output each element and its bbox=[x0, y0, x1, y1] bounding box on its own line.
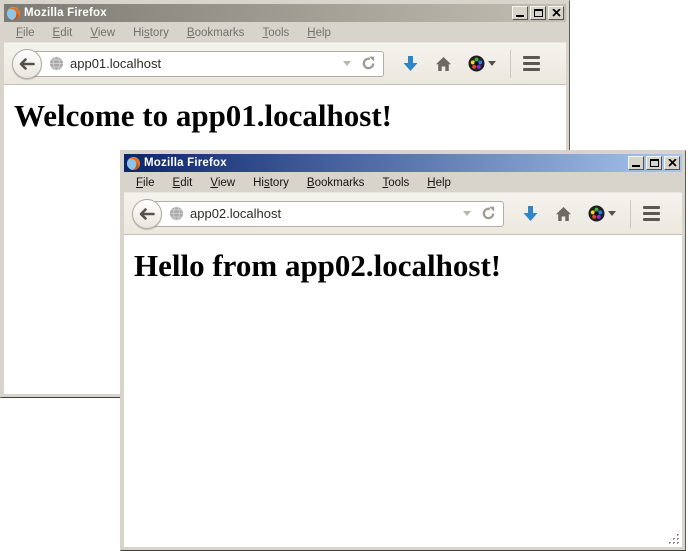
menu-view[interactable]: View bbox=[201, 175, 244, 191]
url-dropdown-icon[interactable] bbox=[463, 211, 471, 216]
menu-edit[interactable]: Edit bbox=[44, 25, 82, 41]
menu-tools[interactable]: Tools bbox=[253, 25, 298, 41]
back-button[interactable] bbox=[132, 199, 162, 229]
page-heading: Welcome to app01.localhost! bbox=[14, 98, 566, 134]
menu-button[interactable] bbox=[643, 206, 660, 221]
home-icon bbox=[555, 206, 572, 222]
maximize-icon bbox=[650, 159, 659, 167]
url-bar[interactable]: app01.localhost bbox=[26, 51, 384, 77]
back-button[interactable] bbox=[12, 49, 42, 79]
url-input[interactable]: app01.localhost bbox=[70, 56, 337, 71]
addon-button[interactable] bbox=[468, 55, 496, 72]
menu-bar: File Edit View History Bookmarks Tools H… bbox=[4, 22, 566, 42]
menu-bookmarks[interactable]: Bookmarks bbox=[178, 25, 254, 41]
close-button[interactable] bbox=[548, 6, 564, 20]
close-icon bbox=[668, 159, 677, 167]
minimize-icon bbox=[516, 15, 524, 17]
page-content: Hello from app02.localhost! bbox=[124, 235, 682, 547]
home-icon bbox=[435, 56, 452, 72]
page-heading: Hello from app02.localhost! bbox=[134, 248, 682, 284]
url-dropdown-icon[interactable] bbox=[343, 61, 351, 66]
close-icon bbox=[552, 9, 561, 17]
window-title: Mozilla Firefox bbox=[24, 7, 509, 19]
menu-bar: File Edit View History Bookmarks Tools H… bbox=[124, 172, 682, 192]
url-bar[interactable]: app02.localhost bbox=[146, 201, 504, 227]
titlebar[interactable]: Mozilla Firefox bbox=[124, 154, 682, 172]
firefox-logo-icon bbox=[126, 156, 141, 171]
desktop: { "colors": { "active_title_start": "#0b… bbox=[0, 0, 688, 551]
navigation-toolbar: app01.localhost bbox=[4, 42, 566, 85]
firefox-logo-icon bbox=[6, 6, 21, 21]
addon-button[interactable] bbox=[588, 205, 616, 222]
menu-edit[interactable]: Edit bbox=[164, 175, 202, 191]
menu-bookmarks[interactable]: Bookmarks bbox=[298, 175, 374, 191]
downloads-button[interactable] bbox=[402, 55, 419, 72]
menu-tools[interactable]: Tools bbox=[373, 175, 418, 191]
menu-file[interactable]: File bbox=[127, 175, 164, 191]
window-title: Mozilla Firefox bbox=[144, 157, 625, 169]
url-input[interactable]: app02.localhost bbox=[190, 206, 457, 221]
addon-caret-icon bbox=[488, 61, 496, 66]
menu-history[interactable]: History bbox=[124, 25, 178, 41]
site-globe-icon[interactable] bbox=[49, 56, 64, 71]
maximize-button[interactable] bbox=[646, 156, 662, 170]
maximize-icon bbox=[534, 9, 543, 17]
back-arrow-icon bbox=[19, 58, 35, 70]
menu-button[interactable] bbox=[523, 56, 540, 71]
close-button[interactable] bbox=[664, 156, 680, 170]
toolbar-separator bbox=[630, 200, 631, 228]
toolbar-separator bbox=[510, 50, 511, 78]
home-button[interactable] bbox=[435, 56, 452, 72]
downloads-button[interactable] bbox=[522, 205, 539, 222]
resize-grip-icon[interactable] bbox=[667, 532, 681, 546]
menu-history[interactable]: History bbox=[244, 175, 298, 191]
color-wheel-icon bbox=[588, 205, 605, 222]
menu-file[interactable]: File bbox=[7, 25, 44, 41]
minimize-button[interactable] bbox=[628, 156, 644, 170]
download-icon bbox=[402, 55, 419, 72]
menu-help[interactable]: Help bbox=[298, 25, 340, 41]
titlebar[interactable]: Mozilla Firefox bbox=[4, 4, 566, 22]
minimize-button[interactable] bbox=[512, 6, 528, 20]
reload-icon[interactable] bbox=[361, 56, 376, 71]
reload-icon[interactable] bbox=[481, 206, 496, 221]
addon-caret-icon bbox=[608, 211, 616, 216]
browser-window-app02[interactable]: Mozilla Firefox File Edit View History B… bbox=[120, 150, 686, 551]
download-icon bbox=[522, 205, 539, 222]
menu-view[interactable]: View bbox=[81, 25, 124, 41]
navigation-toolbar: app02.localhost bbox=[124, 192, 682, 235]
minimize-icon bbox=[632, 165, 640, 167]
site-globe-icon[interactable] bbox=[169, 206, 184, 221]
back-arrow-icon bbox=[139, 208, 155, 220]
color-wheel-icon bbox=[468, 55, 485, 72]
menu-help[interactable]: Help bbox=[418, 175, 460, 191]
home-button[interactable] bbox=[555, 206, 572, 222]
maximize-button[interactable] bbox=[530, 6, 546, 20]
